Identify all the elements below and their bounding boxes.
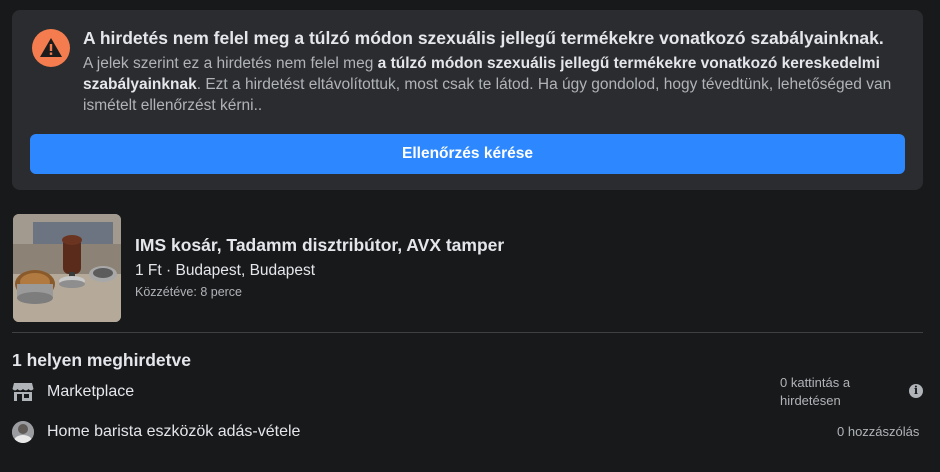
listing-title[interactable]: IMS kosár, Tadamm disztribútor, AVX tamp… <box>135 235 504 256</box>
alert-body-prefix: A jelek szerint ez a hirdetés nem felel … <box>83 55 378 72</box>
marketplace-clicks-stat: 0 kattintás a hirdetésen <box>780 375 851 408</box>
divider <box>12 332 923 333</box>
placements-title: 1 helyen meghirdetve <box>12 350 191 370</box>
request-review-button[interactable]: Ellenőrzés kérése <box>30 134 905 174</box>
alert-body: A jelek szerint ez a hirdetés nem felel … <box>83 53 909 116</box>
listing-thumbnail[interactable] <box>13 214 121 322</box>
warning-icon <box>32 29 70 67</box>
listing-price-location: 1 Ft · Budapest, Budapest <box>135 262 316 279</box>
info-icon[interactable]: i <box>909 384 923 398</box>
group-avatar <box>12 421 34 443</box>
group-comments-stat: 0 hozzászólás <box>837 424 920 439</box>
alert-body-suffix: . Ezt a hirdetést eltávolítottuk, most c… <box>83 76 892 114</box>
listing-posted-time: Közzétéve: 8 perce <box>135 285 243 299</box>
policy-alert: A hirdetés nem felel meg a túlzó módon s… <box>12 10 923 190</box>
placement-marketplace-label[interactable]: Marketplace <box>47 383 134 401</box>
placement-group-label[interactable]: Home barista eszközök adás-vétele <box>47 423 300 441</box>
alert-title: A hirdetés nem felel meg a túlzó módon s… <box>83 28 884 48</box>
marketplace-icon <box>12 381 34 408</box>
